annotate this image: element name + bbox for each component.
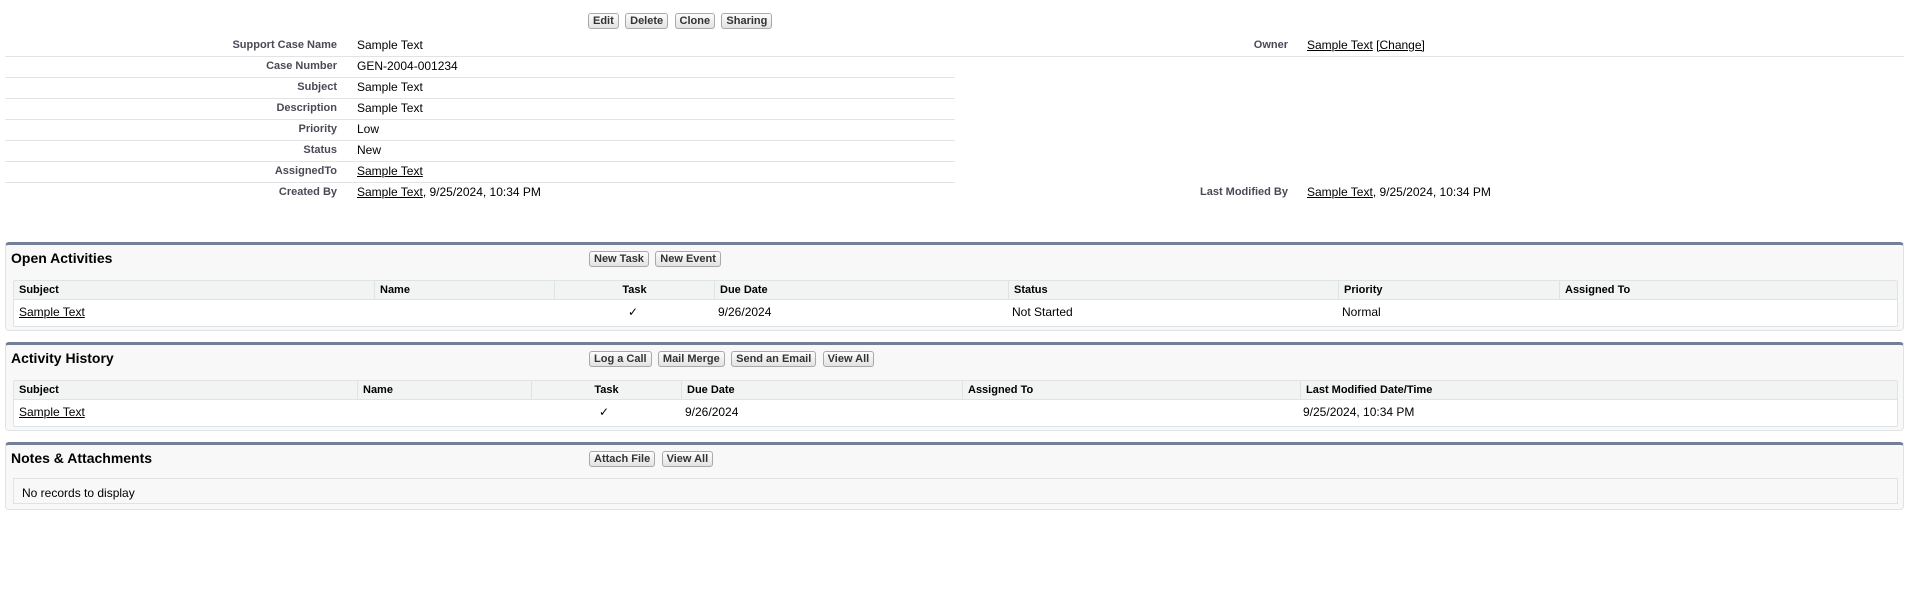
case-number-value: GEN-2004-001234 <box>357 59 458 73</box>
open-activities-title: Open Activities <box>11 250 113 266</box>
open-activities-buttons: New Task New Event <box>589 251 724 267</box>
divider <box>5 119 955 120</box>
divider <box>5 182 955 183</box>
column-header-name: Name <box>374 281 554 299</box>
row-priority: Normal <box>1342 305 1381 319</box>
send-an-email-button[interactable]: Send an Email <box>731 351 817 367</box>
support-case-name-label: Support Case Name <box>232 39 337 51</box>
sharing-button[interactable]: Sharing <box>721 13 773 29</box>
column-header-last-modified: Last Modified Date/Time <box>1300 381 1897 399</box>
view-all-button[interactable]: View All <box>822 351 875 367</box>
column-header-name: Name <box>357 381 531 399</box>
column-header-task: Task <box>531 381 681 399</box>
table-header: Subject Name Task Due Date Status Priori… <box>14 281 1897 300</box>
owner-link[interactable]: Sample Text <box>1307 38 1373 52</box>
task-checkmark-icon: ✓ <box>599 405 610 419</box>
column-header-status: Status <box>1008 281 1338 299</box>
row-status: Not Started <box>1012 305 1073 319</box>
column-header-assigned-to: Assigned To <box>1559 281 1897 299</box>
priority-label: Priority <box>298 123 337 135</box>
divider <box>5 77 955 78</box>
log-a-call-button[interactable]: Log a Call <box>589 351 652 367</box>
case-number-label: Case Number <box>266 60 337 72</box>
activity-history-title: Activity History <box>11 350 114 366</box>
divider <box>5 98 955 99</box>
mail-merge-button[interactable]: Mail Merge <box>657 351 725 367</box>
divider <box>5 140 955 141</box>
notes-attachments-title: Notes & Attachments <box>11 450 153 466</box>
description-value: Sample Text <box>357 101 423 115</box>
support-case-name-value: Sample Text <box>357 38 423 52</box>
column-header-assigned-to: Assigned To <box>962 381 1300 399</box>
new-event-button[interactable]: New Event <box>655 251 721 267</box>
created-by-label: Created By <box>278 186 337 198</box>
created-by-date: , 9/25/2024, 10:34 PM <box>422 185 541 199</box>
open-activities-table: Subject Name Task Due Date Status Priori… <box>13 280 1898 327</box>
owner-value: Sample Text [Change] <box>1307 38 1425 52</box>
last-modified-by-date: , 9/25/2024, 10:34 PM <box>1372 185 1491 199</box>
table-row: Sample Text ✓ 9/26/2024 Not Started Norm… <box>14 300 1897 324</box>
table-header: Subject Name Task Due Date Assigned To L… <box>14 381 1897 400</box>
task-checkmark-icon: ✓ <box>628 305 639 319</box>
owner-change-link[interactable]: [Change] <box>1376 38 1425 52</box>
column-header-task: Task <box>554 281 714 299</box>
status-value: New <box>357 143 382 157</box>
column-header-priority: Priority <box>1338 281 1559 299</box>
attach-file-button[interactable]: Attach File <box>589 451 656 467</box>
activity-history-buttons: Log a Call Mail Merge Send an Email View… <box>589 351 877 367</box>
assigned-to-label: AssignedTo <box>274 165 337 177</box>
priority-value: Low <box>357 122 380 136</box>
created-by-user-link[interactable]: Sample Text <box>357 185 423 199</box>
column-header-due-date: Due Date <box>681 381 962 399</box>
column-header-subject: Subject <box>19 284 59 296</box>
last-modified-by-value: Sample Text, 9/25/2024, 10:34 PM <box>1307 185 1491 199</box>
row-last-modified: 9/25/2024, 10:34 PM <box>1303 405 1415 419</box>
subject-value: Sample Text <box>357 80 423 94</box>
notes-attachments-buttons: Attach File View All <box>589 451 716 467</box>
created-by-value: Sample Text, 9/25/2024, 10:34 PM <box>357 185 541 199</box>
assigned-to-link[interactable]: Sample Text <box>357 164 423 178</box>
open-activities-section: Open Activities New Task New Event Subje… <box>5 242 1904 331</box>
activity-history-section: Activity History Log a Call Mail Merge S… <box>5 342 1904 431</box>
owner-label: Owner <box>1253 39 1288 51</box>
description-label: Description <box>276 102 337 114</box>
row-due-date: 9/26/2024 <box>685 405 739 419</box>
no-records-message: No records to display <box>13 478 1898 504</box>
divider <box>5 161 955 162</box>
divider <box>5 56 1904 57</box>
row-subject: Sample Text <box>19 305 85 319</box>
row-subject: Sample Text <box>19 405 85 419</box>
last-modified-by-label: Last Modified By <box>1199 186 1288 198</box>
column-header-due-date: Due Date <box>714 281 1008 299</box>
row-subject-link[interactable]: Sample Text <box>19 405 85 419</box>
last-modified-by-user-link[interactable]: Sample Text <box>1307 185 1373 199</box>
activity-history-table: Subject Name Task Due Date Assigned To L… <box>13 380 1898 427</box>
assigned-to-value: Sample Text <box>357 164 423 178</box>
subject-label: Subject <box>297 81 337 93</box>
view-all-button[interactable]: View All <box>661 451 714 467</box>
status-label: Status <box>303 144 337 156</box>
notes-attachments-section: Notes & Attachments Attach File View All… <box>5 442 1904 510</box>
new-task-button[interactable]: New Task <box>589 251 649 267</box>
row-subject-link[interactable]: Sample Text <box>19 305 85 319</box>
clone-button[interactable]: Clone <box>674 13 716 29</box>
row-due-date: 9/26/2024 <box>718 305 772 319</box>
delete-button[interactable]: Delete <box>625 13 669 29</box>
detail-button-bar: Edit Delete Clone Sharing <box>588 13 775 29</box>
table-row: Sample Text ✓ 9/26/2024 9/25/2024, 10:34… <box>14 400 1897 424</box>
column-header-subject: Subject <box>19 384 59 396</box>
edit-button[interactable]: Edit <box>588 13 619 29</box>
